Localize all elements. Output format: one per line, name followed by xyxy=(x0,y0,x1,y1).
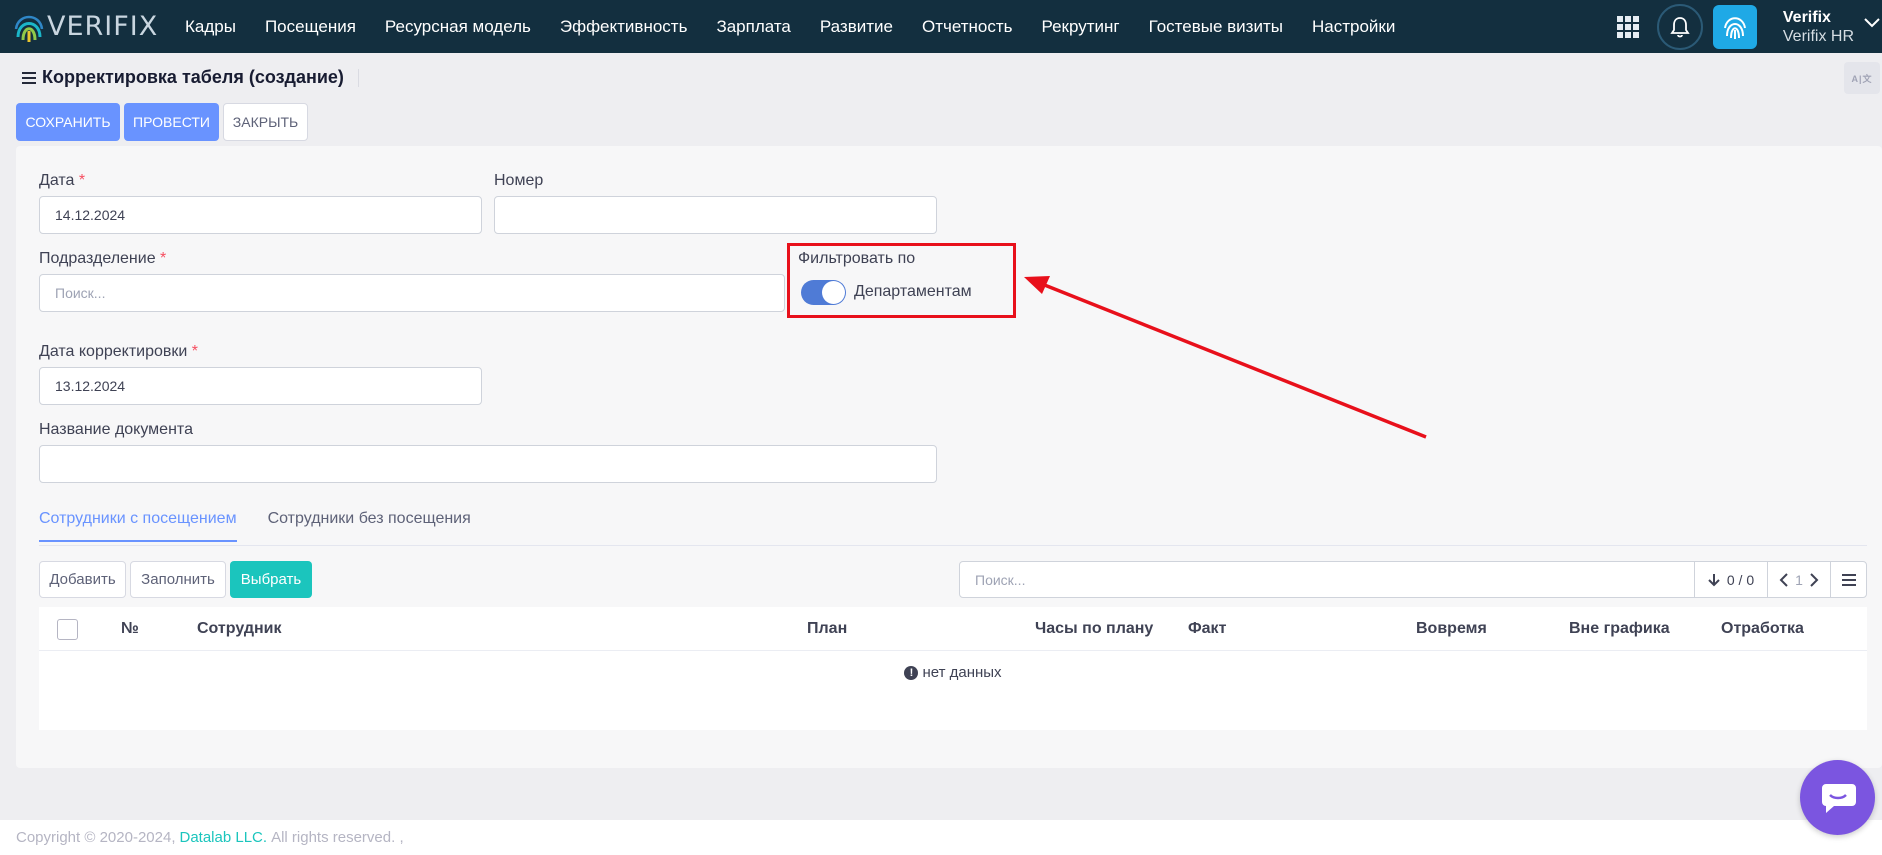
translate-icon: A|文 xyxy=(1851,73,1873,84)
col-fact[interactable]: Факт xyxy=(1188,620,1226,638)
footer: Copyright © 2020-2024, Datalab LLC. All … xyxy=(0,820,1882,855)
tabs-divider xyxy=(39,545,1867,546)
grid-count: 0 / 0 xyxy=(1726,571,1755,588)
close-button[interactable]: Закрыть xyxy=(223,103,308,141)
select-button[interactable]: Выбрать xyxy=(230,561,312,598)
col-plan[interactable]: План xyxy=(807,620,847,638)
main-menu: Кадры Посещения Ресурсная модель Эффекти… xyxy=(185,17,1424,37)
chevron-left-icon[interactable] xyxy=(1779,572,1788,587)
hamburger-menu-icon[interactable] xyxy=(22,71,36,84)
translate-toggle[interactable]: A|文 xyxy=(1844,62,1880,94)
top-navbar: VERIFIX Кадры Посещения Ресурсная модель… xyxy=(0,0,1882,53)
nav-right: Verifix Verifix HR xyxy=(1616,0,1882,53)
chevron-down-icon[interactable] xyxy=(1864,18,1880,28)
menu-item-salary[interactable]: Зарплата xyxy=(716,17,790,37)
col-number: № xyxy=(121,620,139,637)
toggle-knob xyxy=(822,281,845,304)
filter-by-label: Фильтровать по xyxy=(798,250,916,267)
grid-page-number: 1 xyxy=(1795,571,1803,588)
tab-with-attendance[interactable]: Сотрудники с посещением xyxy=(39,510,237,542)
footer-copyright: Copyright © 2020-2024, xyxy=(16,829,176,846)
annotation-arrow-icon xyxy=(1024,276,1427,439)
number-input[interactable] xyxy=(494,196,937,234)
logo[interactable]: VERIFIX xyxy=(14,7,164,47)
col-plan-hours[interactable]: Часы по плану xyxy=(1035,620,1153,638)
correction-date-input[interactable]: 13.12.2024 xyxy=(39,367,482,405)
grid-sort-count[interactable]: 0 / 0 xyxy=(1694,561,1768,598)
correction-date-label: Дата корректировки * xyxy=(39,343,199,360)
chevron-right-icon[interactable] xyxy=(1810,572,1819,587)
date-label: Дата * xyxy=(39,172,86,189)
footer-rights: All rights reserved. , xyxy=(271,829,404,846)
add-button[interactable]: Добавить xyxy=(39,561,126,598)
page-header: Корректировка табеля (создание) xyxy=(22,67,359,88)
list-menu-icon xyxy=(1841,573,1856,586)
exclamation-icon: ! xyxy=(904,665,919,680)
user-org: Verifix HR xyxy=(1782,27,1854,45)
empty-state: ! нет данных xyxy=(39,664,1867,681)
user-name: Verifix xyxy=(1782,8,1831,26)
save-button[interactable]: Сохранить xyxy=(16,103,120,141)
menu-item-effectiveness[interactable]: Эффективность xyxy=(560,17,688,37)
select-all-checkbox[interactable] xyxy=(57,619,78,640)
menu-item-guest-visits[interactable]: Гостевые визиты xyxy=(1149,17,1283,37)
doc-name-input[interactable] xyxy=(39,445,937,483)
avatar[interactable] xyxy=(1712,4,1757,49)
col-on-time[interactable]: Вовремя xyxy=(1416,620,1487,638)
bell-icon xyxy=(1670,16,1690,37)
grid-pager: 1 xyxy=(1767,561,1831,598)
logo-text: VERIFIX xyxy=(47,11,159,42)
arrow-down-icon xyxy=(1708,573,1720,586)
chat-widget-button[interactable] xyxy=(1800,760,1875,835)
col-off-schedule[interactable]: Вне графика xyxy=(1569,620,1670,638)
fill-button[interactable]: Заполнить xyxy=(130,561,226,598)
col-employee[interactable]: Сотрудник xyxy=(197,620,282,638)
grid-settings-button[interactable] xyxy=(1830,561,1867,598)
employees-table: № Сотрудник План Часы по плану Факт Вовр… xyxy=(39,607,1867,730)
filter-departments-toggle[interactable] xyxy=(801,280,846,305)
division-search-input[interactable]: Поиск... xyxy=(39,274,785,312)
page-title: Корректировка табеля (создание) xyxy=(42,67,344,87)
empty-state-text: нет данных xyxy=(922,664,1002,681)
title-divider xyxy=(357,68,359,87)
fingerprint-avatar-icon xyxy=(1723,16,1746,39)
user-menu[interactable]: Verifix Verifix HR xyxy=(1783,8,1854,46)
col-worked[interactable]: Отработка xyxy=(1721,620,1804,638)
division-label: Подразделение * xyxy=(39,250,167,267)
menu-item-development[interactable]: Развитие xyxy=(820,17,893,37)
footer-company-link[interactable]: Datalab LLC. xyxy=(180,829,268,846)
menu-item-poseshcheniya[interactable]: Посещения xyxy=(265,17,356,37)
table-header: № Сотрудник План Часы по плану Факт Вовр… xyxy=(39,607,1867,651)
tab-without-attendance[interactable]: Сотрудники без посещения xyxy=(268,510,471,542)
menu-item-recruiting[interactable]: Рекрутинг xyxy=(1042,17,1120,37)
menu-item-reports[interactable]: Отчетность xyxy=(922,17,1013,37)
chat-icon xyxy=(1821,783,1856,813)
menu-item-settings[interactable]: Настройки xyxy=(1312,17,1395,37)
post-button[interactable]: Провести xyxy=(124,103,219,141)
date-input[interactable]: 14.12.2024 xyxy=(39,196,482,234)
number-label: Номер xyxy=(494,172,544,189)
apps-grid-icon[interactable] xyxy=(1616,15,1639,38)
menu-item-resource-model[interactable]: Ресурсная модель xyxy=(385,17,531,37)
fingerprint-logo-icon xyxy=(14,15,44,42)
employee-tabs: Сотрудники с посещением Сотрудники без п… xyxy=(39,510,502,542)
filter-departments-label: Департаментам xyxy=(854,283,972,300)
notifications-button[interactable] xyxy=(1656,3,1703,50)
grid-search-input[interactable]: Поиск... xyxy=(959,561,1695,598)
doc-name-label: Название документа xyxy=(39,421,193,438)
menu-item-kadry[interactable]: Кадры xyxy=(185,17,236,37)
